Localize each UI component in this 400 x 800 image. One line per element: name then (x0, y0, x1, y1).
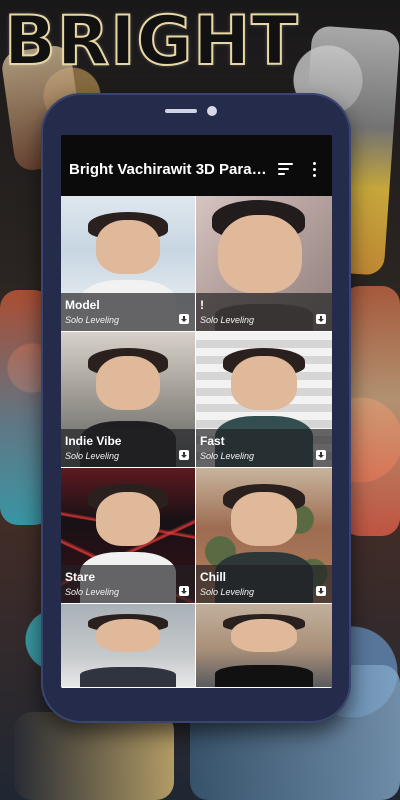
collage-photo (14, 712, 174, 800)
wallpaper-caption: Chill Solo Leveling (196, 565, 332, 603)
app-bar: Bright Vachirawit 3D Paral... (61, 135, 332, 196)
promotional-collage-background: BRIGHT Bright Vachirawit 3D Paral... Mod… (0, 0, 400, 800)
wallpaper-card[interactable]: ! Solo Leveling (196, 196, 332, 332)
download-icon[interactable] (179, 314, 189, 324)
wallpaper-name: Indie Vibe (65, 434, 122, 448)
camera-icon (207, 106, 217, 116)
phone-screen: Bright Vachirawit 3D Paral... Model Solo… (61, 135, 332, 688)
phone-mockup: Bright Vachirawit 3D Paral... Model Solo… (41, 93, 351, 723)
wallpaper-caption: Indie Vibe Solo Leveling (61, 429, 195, 467)
speaker-icon (165, 109, 197, 113)
wallpaper-grid: Model Solo Leveling ! Solo Leveling Indi… (61, 196, 332, 688)
download-icon[interactable] (316, 314, 326, 324)
background-headline: BRIGHT (4, 2, 299, 82)
wallpaper-caption: ! Solo Leveling (196, 293, 332, 331)
wallpaper-subtitle: Solo Leveling (200, 315, 255, 325)
more-vert-icon[interactable] (313, 162, 317, 178)
phone-notch (115, 98, 277, 126)
wallpaper-subtitle: Solo Leveling (65, 587, 120, 597)
sort-icon[interactable] (278, 163, 295, 176)
wallpaper-name: Fast (200, 434, 225, 448)
wallpaper-name: ! (200, 298, 204, 312)
wallpaper-subtitle: Solo Leveling (65, 315, 120, 325)
wallpaper-subtitle: Solo Leveling (65, 451, 120, 461)
download-icon[interactable] (179, 586, 189, 596)
wallpaper-thumbnail (61, 604, 195, 687)
wallpaper-subtitle: Solo Leveling (200, 587, 255, 597)
wallpaper-subtitle: Solo Leveling (200, 451, 255, 461)
download-icon[interactable] (316, 450, 326, 460)
wallpaper-card[interactable] (61, 604, 196, 688)
wallpaper-thumbnail (196, 604, 332, 687)
wallpaper-name: Stare (65, 570, 96, 584)
download-icon[interactable] (316, 586, 326, 596)
wallpaper-card[interactable] (196, 604, 332, 688)
wallpaper-caption: Stare Solo Leveling (61, 565, 195, 603)
wallpaper-card[interactable]: Model Solo Leveling (61, 196, 196, 332)
app-title: Bright Vachirawit 3D Paral... (69, 161, 267, 178)
wallpaper-card[interactable]: Chill Solo Leveling (196, 468, 332, 604)
wallpaper-caption: Model Solo Leveling (61, 293, 195, 331)
wallpaper-card[interactable]: Indie Vibe Solo Leveling (61, 332, 196, 468)
wallpaper-card[interactable]: Stare Solo Leveling (61, 468, 196, 604)
wallpaper-card[interactable]: Fast Solo Leveling (196, 332, 332, 468)
wallpaper-name: Chill (200, 570, 226, 584)
wallpaper-name: Model (65, 298, 100, 312)
download-icon[interactable] (179, 450, 189, 460)
wallpaper-caption: Fast Solo Leveling (196, 429, 332, 467)
